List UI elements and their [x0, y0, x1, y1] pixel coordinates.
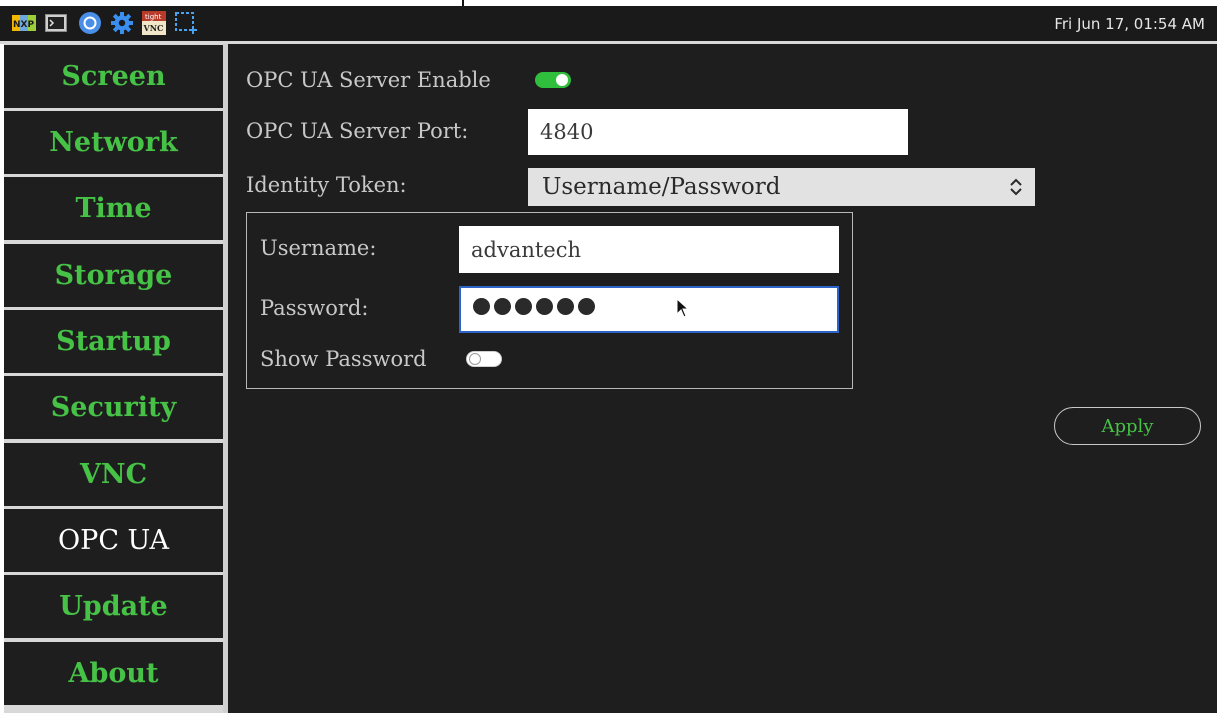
password-mask: [473, 298, 595, 315]
screenshot-region-icon[interactable]: [174, 11, 198, 35]
server-port-label: OPC UA Server Port:: [246, 119, 469, 143]
sidebar-item-time[interactable]: Time: [4, 177, 223, 240]
tightvnc-icon[interactable]: tight VNC: [142, 11, 166, 35]
tightvnc-top-text: tight: [145, 13, 162, 21]
sidebar-item-network[interactable]: Network: [4, 111, 223, 174]
toggle-knob: [556, 74, 568, 86]
sidebar-item-vnc[interactable]: VNC: [4, 443, 223, 506]
terminal-icon[interactable]: [44, 11, 68, 35]
password-input[interactable]: [459, 286, 839, 333]
server-enable-toggle[interactable]: [535, 72, 571, 88]
identity-token-value: Username/Password: [542, 174, 781, 200]
sidebar-item-security[interactable]: Security: [4, 376, 223, 439]
top-panel: NXP tight VNC Fri Jun 17, 01:54 AM: [0, 6, 1217, 44]
server-enable-label: OPC UA Server Enable: [246, 68, 491, 92]
show-password-label: Show Password: [260, 347, 427, 371]
tightvnc-bottom-text: VNC: [143, 23, 164, 33]
apply-button[interactable]: Apply: [1054, 407, 1201, 445]
nxp-logo-icon[interactable]: NXP: [12, 11, 36, 35]
sidebar-item-opc-ua[interactable]: OPC UA: [4, 509, 223, 572]
identity-token-select[interactable]: Username/Password: [528, 168, 1035, 206]
username-label: Username:: [260, 236, 377, 260]
chromium-icon[interactable]: [78, 11, 102, 35]
password-label: Password:: [260, 296, 369, 320]
username-input[interactable]: [459, 226, 839, 273]
sidebar-nav: Screen Network Time Storage Startup Secu…: [4, 44, 223, 713]
chevron-up-down-icon: [1010, 178, 1022, 196]
server-port-input[interactable]: [528, 109, 908, 155]
settings-gear-icon[interactable]: [110, 11, 134, 35]
opcua-settings-panel: OPC UA Server Enable OPC UA Server Port:…: [228, 44, 1217, 713]
identity-token-label: Identity Token:: [246, 173, 407, 197]
sidebar-item-update[interactable]: Update: [4, 575, 223, 638]
toggle-knob: [469, 353, 481, 365]
show-password-toggle[interactable]: [466, 351, 502, 367]
mouse-cursor-icon: [676, 298, 690, 318]
sidebar-item-startup[interactable]: Startup: [4, 310, 223, 373]
nxp-logo-text: NXP: [13, 20, 34, 30]
credentials-group: Username: Password: Show Password: [246, 212, 853, 389]
sidebar-item-storage[interactable]: Storage: [4, 244, 223, 307]
settings-app: NXP tight VNC Fri Jun 17, 01:54 AM Scree…: [0, 0, 1217, 713]
sidebar-item-screen[interactable]: Screen: [4, 45, 223, 108]
clock[interactable]: Fri Jun 17, 01:54 AM: [1054, 15, 1205, 33]
sidebar-item-about[interactable]: About: [4, 642, 223, 705]
